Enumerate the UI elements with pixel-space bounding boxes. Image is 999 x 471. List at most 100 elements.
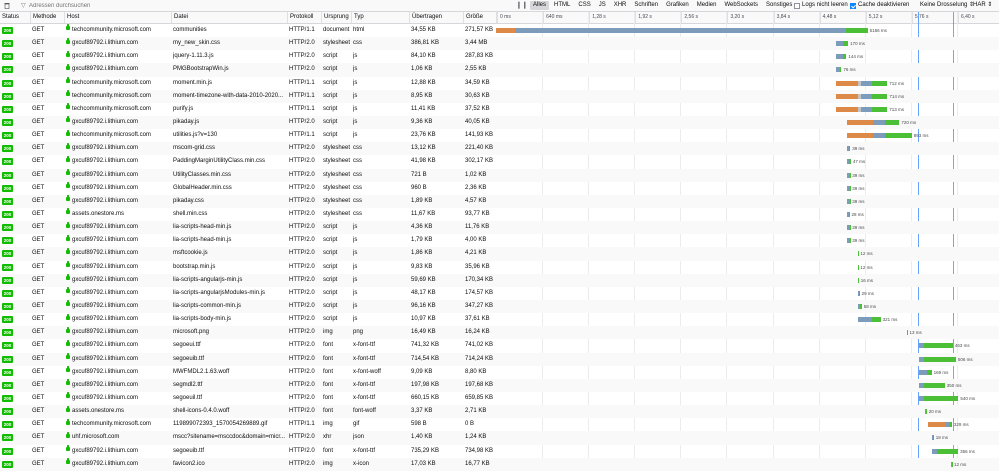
waterfall-cell[interactable]: 76 ms	[496, 63, 999, 76]
column-header-status[interactable]: Status	[0, 12, 30, 23]
table-row[interactable]: 200 GET gxcuf89792.i.lithium.com microsoft.…	[0, 326, 999, 340]
pause-icon[interactable]: ❙❙	[516, 1, 528, 9]
table-row[interactable]: 200 GET gxcuf89792.i.lithium.com segoeuib.t…	[0, 352, 999, 366]
waterfall-cell[interactable]: 29 ms	[496, 287, 999, 300]
column-header-type[interactable]: Typ	[351, 12, 409, 23]
har-menu[interactable]: HAR ⇕	[973, 1, 992, 10]
size-cell: 34,59 KB	[465, 79, 490, 86]
waterfall-cell[interactable]: 893 ms	[496, 129, 999, 142]
waterfall-cell[interactable]: 28 ms	[496, 208, 999, 221]
url-filter-input[interactable]	[29, 1, 499, 10]
type-filter-grafiken[interactable]: Grafiken	[663, 1, 692, 10]
waterfall-cell[interactable]: 18 ms	[496, 431, 999, 444]
table-row[interactable]: 200 GET gxcuf89792.i.lithium.com segoeuib.t…	[0, 444, 999, 458]
table-row[interactable]: 200 GET gxcuf89792.i.lithium.com segmdl2.tt…	[0, 378, 999, 392]
waterfall-cell[interactable]: 506 ms	[496, 353, 999, 366]
table-row[interactable]: 200 GET techcommunity.microsoft.com communi…	[0, 24, 999, 37]
type-filter-html[interactable]: HTML	[551, 1, 573, 10]
table-row[interactable]: 200 GET gxcuf89792.i.lithium.com bootstrap.…	[0, 260, 999, 274]
table-row[interactable]: 200 GET gxcuf89792.i.lithium.com my_new_ski…	[0, 37, 999, 51]
waterfall-cell[interactable]: 329 ms	[496, 418, 999, 431]
column-header-file[interactable]: Datei	[171, 12, 287, 23]
waterfall-cell[interactable]: 12 ms	[496, 261, 999, 274]
waterfall-cell[interactable]: 20 ms	[496, 405, 999, 418]
cause-cell: script	[323, 79, 338, 86]
table-row[interactable]: 200 GET uhf.microsoft.com mscc?sitename=msc…	[0, 431, 999, 445]
waterfall-cell[interactable]: 144 ms	[496, 50, 999, 63]
waterfall-cell[interactable]: 712 ms	[496, 77, 999, 90]
table-row[interactable]: 200 GET gxcuf89792.i.lithium.com pikaday.js…	[0, 115, 999, 130]
waterfall-cell[interactable]: 720 ms	[496, 116, 999, 129]
table-row[interactable]: 200 GET techcommunity.microsoft.com purify.…	[0, 103, 999, 116]
disable-cache-checkbox[interactable]: Cache deaktivieren	[850, 1, 909, 10]
table-row[interactable]: 200 GET gxcuf89792.i.lithium.com lia-script…	[0, 234, 999, 247]
waterfall-cell[interactable]: 39 ms	[496, 142, 999, 155]
table-row[interactable]: 200 GET assets.onestore.ms shell.min.css HTT…	[0, 208, 999, 221]
type-filter-medien[interactable]: Medien	[694, 1, 720, 10]
waterfall-cell[interactable]: 713 ms	[496, 103, 999, 116]
column-header-host[interactable]: Host	[64, 12, 171, 23]
waterfall-cell[interactable]: 58 ms	[496, 300, 999, 313]
table-row[interactable]: 200 GET gxcuf89792.i.lithium.com lia-script…	[0, 313, 999, 326]
waterfall-cell[interactable]: 39 ms	[496, 221, 999, 234]
waterfall-cell[interactable]: 5156 ms	[496, 24, 999, 37]
type-filter-sonstiges[interactable]: Sonstiges	[763, 1, 795, 10]
waterfall-cell[interactable]: 170 ms	[496, 37, 999, 50]
table-row[interactable]: 200 GET gxcuf89792.i.lithium.com lia-script…	[0, 273, 999, 287]
type-filter-websockets[interactable]: WebSockets	[721, 1, 761, 10]
checkbox-box[interactable]	[850, 2, 856, 9]
table-row[interactable]: 200 GET gxcuf89792.i.lithium.com segoeui.tt…	[0, 339, 999, 352]
waterfall-cell[interactable]: 321 ms	[496, 313, 999, 326]
table-row[interactable]: 200 GET gxcuf89792.i.lithium.com PMGBootstr…	[0, 63, 999, 77]
table-row[interactable]: 200 GET gxcuf89792.i.lithium.com UtilityCla…	[0, 168, 999, 182]
type-filter-js[interactable]: JS	[596, 1, 609, 10]
table-row[interactable]: 200 GET gxcuf89792.i.lithium.com pikaday.cs…	[0, 194, 999, 208]
table-row[interactable]: 200 GET gxcuf89792.i.lithium.com MWFMDL2.1.…	[0, 366, 999, 379]
column-header-cause[interactable]: Ursprung	[321, 12, 351, 23]
column-header-transferred[interactable]: Übertragen	[409, 12, 463, 23]
table-row[interactable]: 200 GET gxcuf89792.i.lithium.com lia-script…	[0, 299, 999, 314]
column-header-size[interactable]: Größe	[463, 12, 496, 23]
waterfall-cell[interactable]: 714 ms	[496, 90, 999, 103]
waterfall-cell[interactable]: 463 ms	[496, 339, 999, 352]
protocol-cell: HTTP/2.0	[289, 408, 315, 415]
trash-icon[interactable]	[4, 2, 10, 9]
table-row[interactable]: 200 GET techcommunity.microsoft.com moment-…	[0, 89, 999, 103]
waterfall-cell[interactable]: 13 ms	[496, 326, 999, 339]
type-filter-schriften[interactable]: Schriften	[631, 1, 661, 10]
column-header-protocol[interactable]: Protokoll	[287, 12, 321, 23]
table-row[interactable]: 200 GET gxcuf89792.i.lithium.com jquery-1.1…	[0, 50, 999, 63]
waterfall-cell[interactable]: 356 ms	[496, 445, 999, 458]
waterfall-cell[interactable]: 350 ms	[496, 379, 999, 392]
checkbox-box[interactable]	[794, 2, 800, 9]
table-row[interactable]: 200 GET techcommunity.microsoft.com 1198990…	[0, 418, 999, 431]
file-cell: segoeui.ttf	[173, 342, 201, 349]
waterfall-cell[interactable]: 12 ms	[496, 247, 999, 260]
persist-logs-checkbox[interactable]: Logs nicht leeren	[794, 1, 848, 10]
throttling-select[interactable]: Keine Drosselung ⇕	[920, 1, 974, 10]
table-row[interactable]: 200 GET assets.onestore.ms shell-icons-0.4.…	[0, 405, 999, 419]
table-row[interactable]: 200 GET gxcuf89792.i.lithium.com segoeuil.t…	[0, 392, 999, 405]
waterfall-cell[interactable]: 39 ms	[496, 182, 999, 195]
table-row[interactable]: 200 GET gxcuf89792.i.lithium.com mscom-grid…	[0, 142, 999, 156]
waterfall-cell[interactable]: 39 ms	[496, 195, 999, 208]
table-row[interactable]: 200 GET gxcuf89792.i.lithium.com PaddingMar…	[0, 155, 999, 168]
table-row[interactable]: 200 GET gxcuf89792.i.lithium.com lia-script…	[0, 221, 999, 235]
type-filter-alles[interactable]: Alles	[530, 1, 550, 10]
table-row[interactable]: 200 GET gxcuf89792.i.lithium.com lia-script…	[0, 287, 999, 300]
type-filter-css[interactable]: CSS	[575, 1, 593, 10]
status-badge: 200	[2, 197, 13, 205]
waterfall-cell[interactable]: 39 ms	[496, 169, 999, 182]
column-header-method[interactable]: Methode	[30, 12, 64, 23]
table-row[interactable]: 200 GET techcommunity.microsoft.com moment.…	[0, 76, 999, 90]
waterfall-header[interactable]: 0 ms 640 ms 1,28 s 1,92 s 2,56 s 3,20 s 3,84 s…	[496, 12, 999, 23]
table-row[interactable]: 200 GET gxcuf89792.i.lithium.com GlobalHead…	[0, 182, 999, 195]
table-row[interactable]: 200 GET techcommunity.microsoft.com utiliti…	[0, 129, 999, 142]
waterfall-cell[interactable]: 16 ms	[496, 274, 999, 287]
type-filter-xhr[interactable]: XHR	[611, 1, 630, 10]
waterfall-cell[interactable]: 39 ms	[496, 234, 999, 247]
waterfall-cell[interactable]: 540 ms	[496, 392, 999, 405]
waterfall-cell[interactable]: 47 ms	[496, 155, 999, 168]
waterfall-cell[interactable]: 169 ms	[496, 366, 999, 379]
table-row[interactable]: 200 GET gxcuf89792.i.lithium.com msftcookie…	[0, 247, 999, 261]
